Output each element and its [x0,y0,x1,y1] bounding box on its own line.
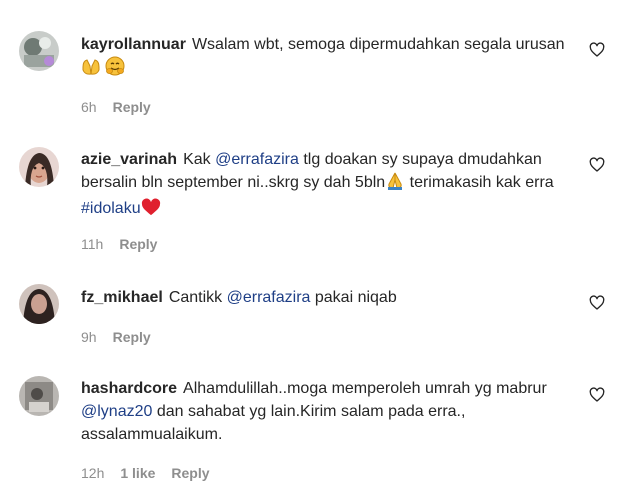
like-heart-icon[interactable] [589,295,605,311]
avatar[interactable] [19,31,59,71]
reply-button[interactable]: Reply [171,465,209,481]
open-hands-icon [81,58,101,83]
comment-text: Kak [183,151,216,168]
reply-button[interactable]: Reply [113,329,151,345]
comment-time: 6h [81,99,97,115]
comment-text: Cantikk [168,289,227,306]
comment-text: Wsalam wbt, semoga dipermudahkan segala … [191,36,565,53]
hugging-face-icon [105,56,125,83]
comment-body: azie_varinah Kak @errafazira tlg doakan s… [81,148,577,223]
comment-text: terimakasih kak erra [405,174,554,191]
avatar[interactable] [19,147,59,187]
hashtag-link[interactable]: #idolaku [81,200,141,217]
comment-meta: 6h Reply [81,99,151,115]
comment-text: pakai niqab [310,289,397,306]
comment-body: fz_mikhael Cantikk @errafazira pakai niqa… [81,286,577,309]
comment-time: 9h [81,329,97,345]
comment-time: 11h [81,236,104,252]
mention-link[interactable]: @errafazira [227,289,311,306]
avatar[interactable] [19,376,59,416]
red-heart-icon [141,198,161,223]
comment-text: Alhamdulillah..moga memperoleh umrah yg … [183,380,547,397]
like-heart-icon[interactable] [589,387,605,403]
comment-meta: 12h 1 like Reply [81,465,210,481]
mention-link[interactable]: @errafazira [215,151,299,168]
comment-meta: 9h Reply [81,329,151,345]
like-count[interactable]: 1 like [120,465,155,481]
comment-body: kayrollannuar Wsalam wbt, semoga dipermud… [81,33,577,83]
reply-button[interactable]: Reply [119,236,157,252]
comment-username[interactable]: azie_varinah [81,151,177,168]
like-heart-icon[interactable] [589,42,605,58]
comment-username[interactable]: fz_mikhael [81,289,163,306]
comment-time: 12h [81,465,105,481]
comment-body: hashardcore Alhamdulillah..moga memperole… [81,377,577,446]
avatar[interactable] [19,284,59,324]
comment-username[interactable]: kayrollannuar [81,36,186,53]
mention-link[interactable]: @lynaz20 [81,403,152,420]
like-heart-icon[interactable] [589,157,605,173]
reply-button[interactable]: Reply [113,99,151,115]
folded-hands-icon [385,172,405,197]
comment-meta: 11h Reply [81,236,157,252]
comment-username[interactable]: hashardcore [81,380,177,397]
